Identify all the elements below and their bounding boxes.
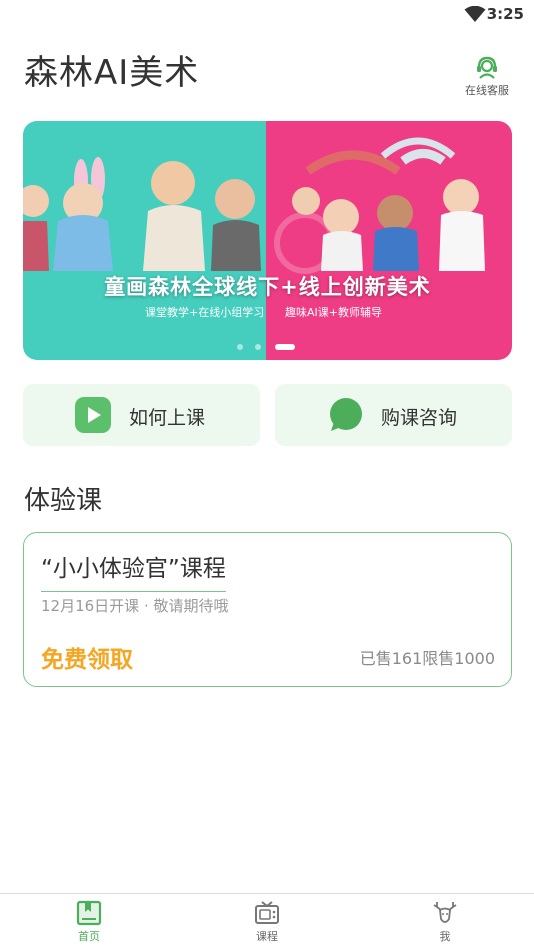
- wifi-icon: [464, 5, 486, 27]
- claim-free-button[interactable]: 免费领取: [41, 640, 133, 674]
- course-consult-label: 购课咨询: [381, 407, 458, 429]
- how-to-attend-button[interactable]: 如何上课: [23, 384, 260, 446]
- banner-illustration: [23, 137, 485, 274]
- carousel-dot[interactable]: [255, 344, 261, 350]
- banner-carousel[interactable]: 童画森林全球线下+线上创新美术 课堂教学+在线小组学习 趣味AI课+教师辅导: [23, 121, 512, 360]
- chat-bubble-icon: [327, 397, 363, 433]
- book-icon: [49, 900, 129, 926]
- tab-course[interactable]: 课程: [227, 900, 307, 944]
- deer-icon: [405, 900, 485, 926]
- tab-home[interactable]: 首页: [49, 900, 129, 944]
- tab-me[interactable]: 我: [405, 900, 485, 944]
- banner-headline: 童画森林全球线下+线上创新美术: [104, 275, 431, 299]
- play-icon: [75, 397, 111, 433]
- trial-course-card[interactable]: “小小体验官”课程 12月16日开课 · 敬请期待哦 免费领取 已售161限售1…: [23, 532, 512, 687]
- course-consult-button[interactable]: 购课咨询: [275, 384, 512, 446]
- headset-icon: [462, 54, 512, 80]
- course-name: “小小体验官”课程: [41, 549, 226, 592]
- tab-me-label: 我: [439, 930, 451, 943]
- banner-subtitle-left: 课堂教学+在线小组学习: [145, 306, 265, 319]
- tab-course-label: 课程: [256, 930, 278, 943]
- banner-subtitle-right: 趣味AI课+教师辅导: [285, 306, 382, 319]
- app-title: 森林AI美术: [24, 53, 200, 93]
- how-to-attend-label: 如何上课: [129, 407, 206, 429]
- sold-count: 已售161限售1000: [359, 649, 495, 668]
- tv-icon: [227, 900, 307, 926]
- trial-section-title: 体验课: [24, 486, 103, 516]
- online-support-button[interactable]: 在线客服: [462, 54, 512, 98]
- header: 森林AI美术 在线客服: [24, 48, 512, 98]
- tab-home-label: 首页: [78, 930, 100, 943]
- carousel-dot-active[interactable]: [275, 344, 295, 350]
- support-label: 在线客服: [465, 84, 509, 97]
- status-time: 3:25: [486, 5, 524, 23]
- carousel-dot[interactable]: [237, 344, 243, 350]
- status-bar: 3:25: [0, 0, 534, 28]
- course-date: 12月16日开课 · 敬请期待哦: [41, 597, 229, 615]
- bottom-tab-bar: 首页 课程 我: [0, 893, 534, 949]
